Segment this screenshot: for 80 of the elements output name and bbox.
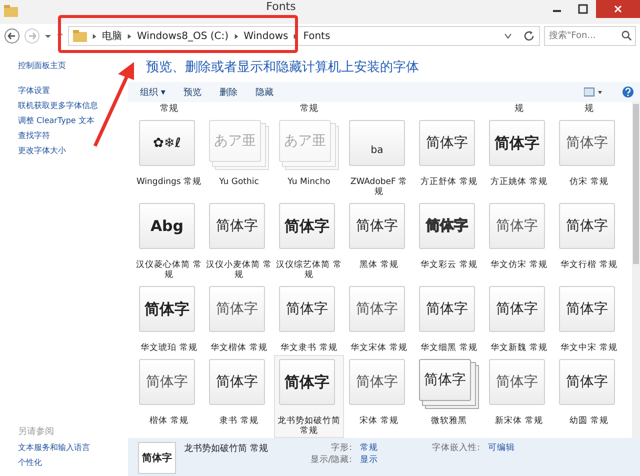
folder-icon [4,5,18,17]
maximize-icon [578,4,588,14]
search-icon [621,30,632,41]
toolbar-button[interactable]: 预览 [183,86,202,98]
chevron-icon [92,32,97,40]
font-item[interactable]: 简体字 华文行楷 常规 [554,199,624,282]
font-item[interactable]: 简体字 微软雅黑 [414,355,484,438]
sidebar-link[interactable]: 个性化 [18,455,42,470]
sidebar-link[interactable]: 更改字体大小 [18,143,66,158]
font-item[interactable]: 简体字 华文隶书 常规 [274,282,344,355]
font-item[interactable]: 简体字 华文彩云 常规 [414,199,484,282]
field-label: 字形: [330,442,352,454]
sidebar-link[interactable]: 调整 ClearType 文本 [18,113,94,128]
font-item[interactable]: あア亜 Yu Gothic [204,116,274,199]
dropdown-icon[interactable] [44,32,52,40]
font-label: 常规 [160,104,178,114]
close-button[interactable] [596,0,640,18]
close-icon [613,4,623,14]
font-item[interactable]: 简体字 华文新魏 常规 [484,282,554,355]
font-label: 规 [584,104,594,114]
font-item[interactable]: 简体字 新宋体 常规 [484,355,554,438]
dropdown-icon[interactable] [504,32,512,40]
field-label: 显示/隐藏: [309,454,352,466]
breadcrumb-item[interactable]: 电脑 [102,29,122,43]
see-also-heading: 另请参阅 [18,426,55,439]
window-title: Fonts [265,0,297,13]
view-options-icon[interactable] [584,87,604,97]
organize-menu[interactable]: 组织 ▾ [140,86,166,98]
font-item[interactable]: 简体字 汉仪综艺体简 常规 [274,199,344,282]
font-item[interactable]: ba ZWAdobeF 常规 [344,116,414,199]
chevron-icon [234,32,239,40]
field-value: 可编辑 [488,442,515,454]
font-file-icon: あア亜 [209,120,269,170]
chevron-icon [127,32,132,40]
address-bar[interactable]: 电脑 Windows8_OS (C:) Windows Fonts [68,26,540,46]
font-item[interactable]: 简体字 楷体 常规 [134,355,204,438]
page-heading: 预览、删除或者显示和隐藏计算机上安装的字体 [145,59,420,77]
sidebar-link[interactable]: 字体设置 [18,83,50,98]
font-file-icon: 简体字 [419,359,479,409]
help-icon[interactable] [622,86,634,98]
font-item[interactable]: ✿❄ℓ Wingdings 常规 [134,116,204,199]
font-label: 常规 [300,104,318,114]
font-name: 龙书势如破竹简 常规 [184,442,269,455]
folder-icon [73,30,87,42]
font-item[interactable]: 简体字 汉仪小麦体简 常规 [204,199,274,282]
breadcrumb-item[interactable]: Windows [244,30,288,42]
font-item[interactable]: 简体字 方正舒体 常规 [414,116,484,199]
font-item[interactable]: 简体字 隶书 常规 [204,355,274,438]
font-item[interactable]: 简体字 仿宋 常规 [554,116,624,199]
font-item[interactable]: 简体字 幼圆 常规 [554,355,624,438]
field-value: 显示 [360,454,378,466]
toolbar-button[interactable]: 删除 [219,86,238,98]
sidebar-link[interactable]: 控制面板主页 [18,58,66,73]
field-value: 常规 [360,442,378,454]
refresh-icon[interactable] [523,30,535,42]
font-label: 规 [514,104,524,114]
font-file-icon: あア亜 [279,120,339,170]
search-field[interactable]: 搜索"Fon... [544,26,636,46]
font-item[interactable]: あア亜 Yu Mincho [274,116,344,199]
field-label: 字体嵌入性: [431,442,480,454]
font-item[interactable]: 简体字 华文琥珀 常规 [134,282,204,355]
font-item[interactable]: 简体字 华文细黑 常规 [414,282,484,355]
font-item[interactable]: 简体字 宋体 常规 [344,355,414,438]
breadcrumb-item[interactable]: Fonts [303,30,330,42]
scrollbar-thumb[interactable] [633,104,639,264]
toolbar-button[interactable]: 隐藏 [255,86,274,98]
font-item[interactable]: 简体字 方正姚体 常规 [484,116,554,199]
font-item[interactable]: 简体字 华文宋体 常规 [344,282,414,355]
font-item[interactable]: 简体字 华文楷体 常规 [204,282,274,355]
sidebar-link[interactable]: 查找字符 [18,128,50,143]
sidebar-link[interactable]: 文本服务和输入语言 [18,440,90,455]
font-item[interactable]: 简体字 华文中宋 常规 [554,282,624,355]
font-item[interactable]: 简体字 华文仿宋 常规 [484,199,554,282]
font-file-icon: 简体字 [138,442,176,474]
back-icon[interactable] [4,28,20,44]
sidebar-link[interactable]: 联机获取更多字体信息 [18,98,98,113]
breadcrumb-item[interactable]: Windows8_OS (C:) [137,30,229,42]
font-item[interactable]: Abg 汉仪菱心体简 常规 [134,199,204,282]
font-item[interactable]: 简体字 龙书势如破竹简常规 [274,355,344,438]
font-item[interactable]: 简体字 黑体 常规 [344,199,414,282]
